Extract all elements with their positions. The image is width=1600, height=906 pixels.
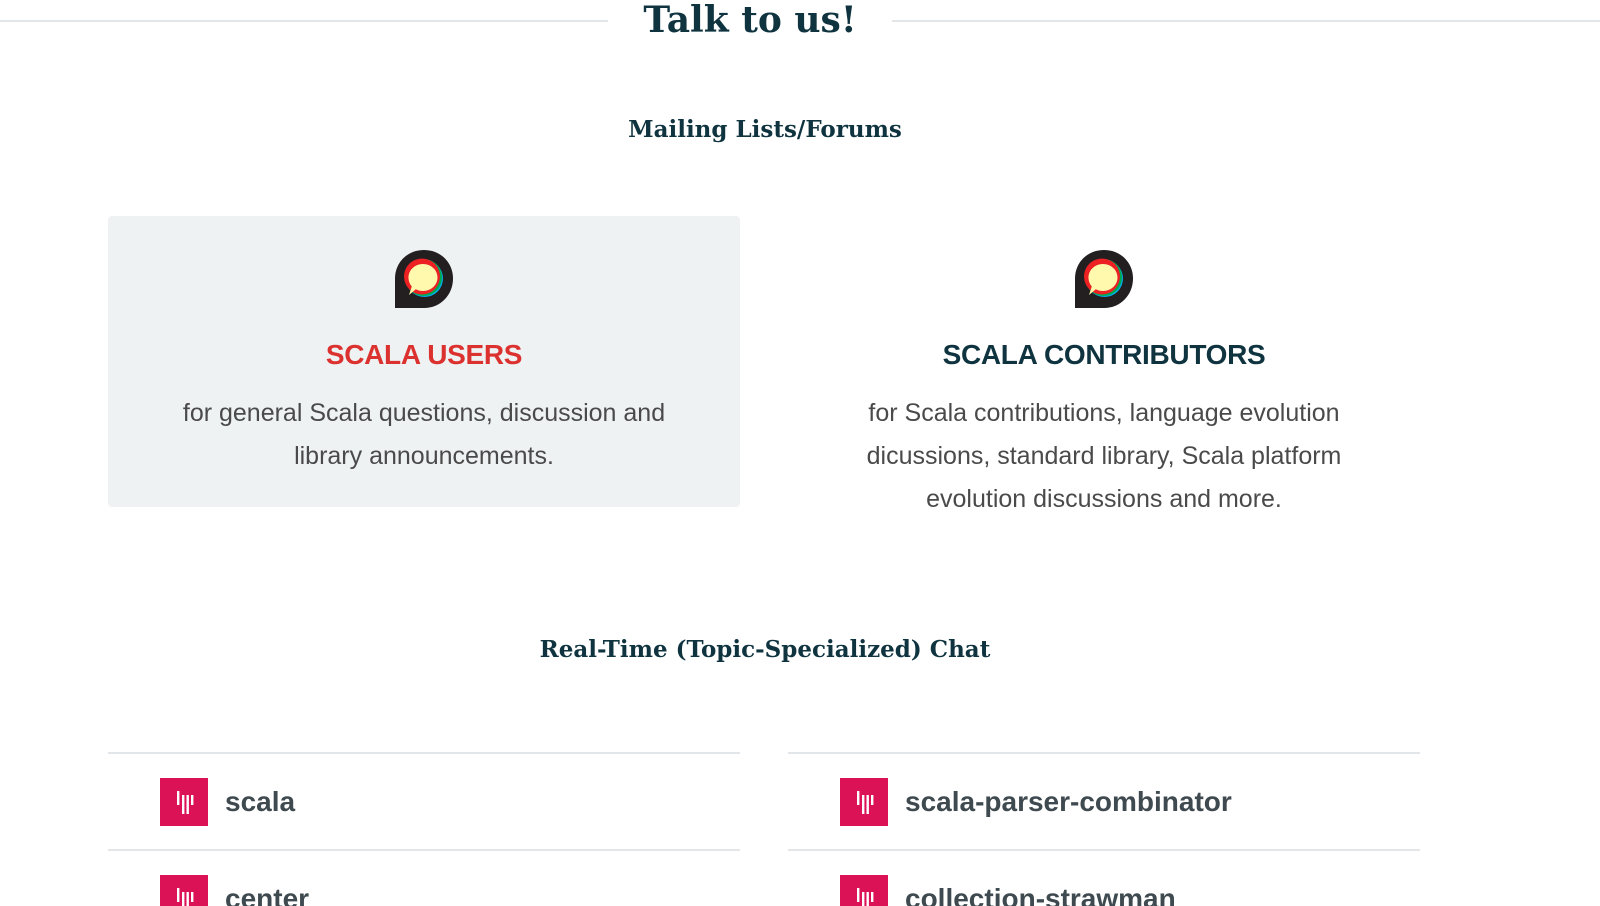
scala-contributors-title: SCALA CONTRIBUTORS [942, 339, 1266, 370]
scala-contributors-card[interactable]: SCALA CONTRIBUTORS for Scala contributio… [788, 216, 1420, 513]
scala-contributors-description: for Scala contributions, language evolut… [866, 399, 1342, 513]
gitter-icon [160, 875, 208, 906]
chat-room-name: collection-strawman [905, 883, 1176, 906]
chat-room-name: center [225, 883, 310, 906]
scala-users-card[interactable]: SCALA USERS for general Scala questions,… [108, 216, 740, 507]
scala-users-title: SCALA USERS [325, 339, 523, 370]
scala-users-description: for general Scala questions, discussion … [182, 399, 666, 470]
chat-room-collection-strawman[interactable]: collection-strawman [788, 851, 1420, 906]
chat-room-center[interactable]: center [108, 851, 740, 906]
gitter-icon [160, 778, 208, 826]
forums-heading: Mailing Lists/Forums [628, 116, 902, 143]
chat-room-scala[interactable]: scala [108, 754, 740, 851]
header-divider-right [892, 20, 1600, 22]
chat-room-name: scala-parser-combinator [905, 786, 1232, 817]
discourse-icon [394, 249, 454, 309]
gitter-icon [840, 875, 888, 906]
gitter-icon [840, 778, 888, 826]
page-title: Talk to us! [643, 0, 857, 41]
chat-list-left: scala center [108, 752, 740, 906]
chat-room-name: scala [225, 786, 296, 817]
chat-room-scala-parser-combinator[interactable]: scala-parser-combinator [788, 754, 1420, 851]
chat-heading: Real-Time (Topic-Specialized) Chat [539, 636, 991, 663]
header-divider-left [0, 20, 608, 22]
discourse-icon [1074, 249, 1134, 309]
chat-list-right: scala-parser-combinator collection-straw… [788, 752, 1420, 906]
